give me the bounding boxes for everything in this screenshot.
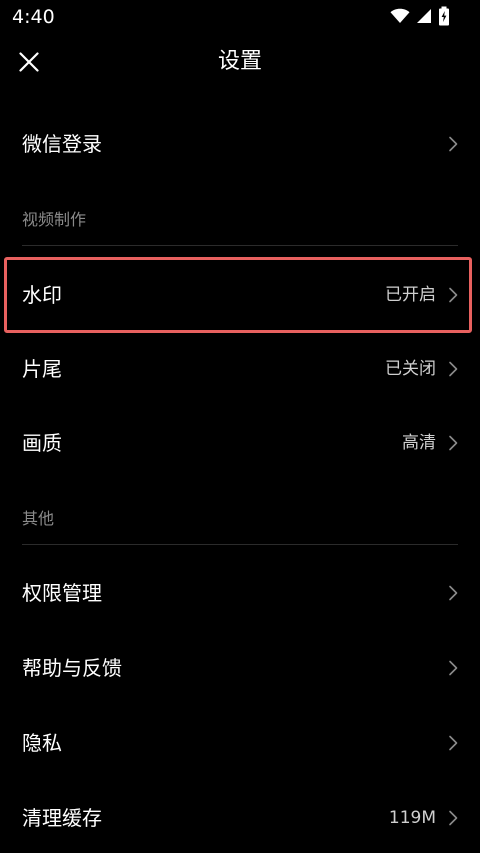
clear-cache-value: 119M bbox=[388, 808, 436, 828]
permissions-row[interactable]: 权限管理 bbox=[0, 561, 480, 625]
section-header-other: 其他 bbox=[22, 509, 55, 528]
ending-row[interactable]: 片尾 已关闭 bbox=[0, 337, 480, 401]
privacy-row[interactable]: 隐私 bbox=[0, 711, 480, 775]
divider bbox=[22, 245, 458, 246]
quality-label: 画质 bbox=[22, 431, 62, 455]
chevron-right-icon bbox=[449, 810, 458, 826]
wechat-login-row[interactable]: 微信登录 bbox=[0, 112, 480, 176]
signal-icon bbox=[417, 9, 431, 23]
clear-cache-label: 清理缓存 bbox=[22, 806, 102, 830]
quality-value: 高清 bbox=[402, 433, 436, 453]
chevron-right-icon bbox=[449, 660, 458, 676]
quality-row[interactable]: 画质 高清 bbox=[0, 411, 480, 475]
watermark-value: 已开启 bbox=[385, 285, 436, 305]
wechat-login-label: 微信登录 bbox=[22, 132, 102, 156]
watermark-row[interactable]: 水印 已开启 bbox=[0, 263, 480, 327]
divider bbox=[22, 544, 458, 545]
chevron-right-icon bbox=[449, 361, 458, 377]
privacy-label: 隐私 bbox=[22, 731, 62, 755]
ending-value: 已关闭 bbox=[385, 359, 436, 379]
status-icons bbox=[390, 6, 450, 26]
section-header-video-making: 视频制作 bbox=[22, 210, 87, 229]
chevron-right-icon bbox=[449, 287, 458, 303]
chevron-right-icon bbox=[449, 735, 458, 751]
help-feedback-row[interactable]: 帮助与反馈 bbox=[0, 636, 480, 700]
help-feedback-label: 帮助与反馈 bbox=[22, 656, 122, 680]
clear-cache-row[interactable]: 清理缓存 119M bbox=[0, 786, 480, 850]
permissions-label: 权限管理 bbox=[22, 581, 102, 605]
battery-charging-icon bbox=[439, 6, 449, 26]
status-bar: 4:40 bbox=[0, 0, 480, 34]
status-time: 4:40 bbox=[12, 6, 55, 28]
page-title: 设置 bbox=[217, 49, 262, 74]
wifi-icon bbox=[390, 8, 410, 23]
chevron-right-icon bbox=[449, 585, 458, 601]
header: 设置 bbox=[0, 34, 480, 90]
ending-label: 片尾 bbox=[22, 357, 62, 381]
chevron-right-icon bbox=[449, 136, 458, 152]
watermark-label: 水印 bbox=[22, 283, 62, 307]
chevron-right-icon bbox=[449, 435, 458, 451]
